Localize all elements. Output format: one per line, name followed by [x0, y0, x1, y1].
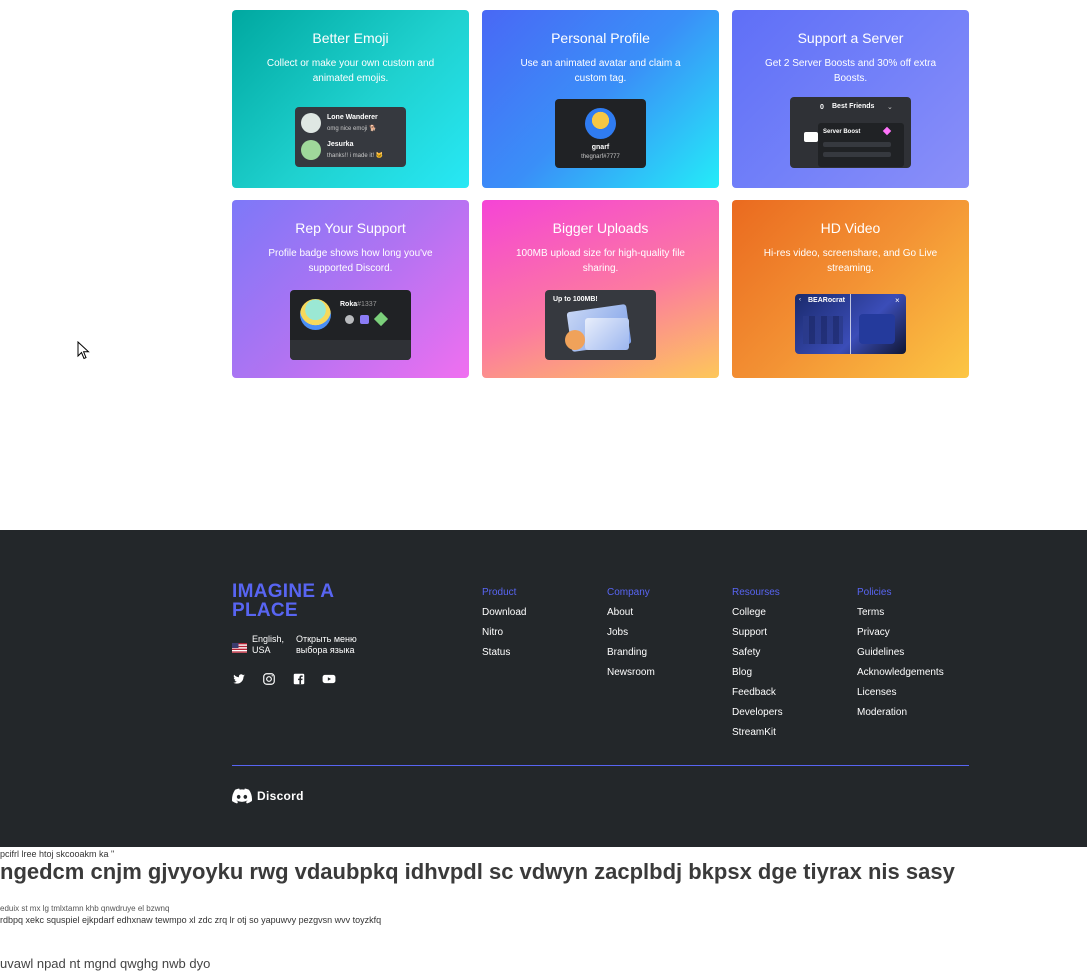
- footer-link-acknowledgements[interactable]: Acknowledgements: [857, 667, 944, 678]
- perk-title: Bigger Uploads: [552, 220, 649, 236]
- footer-heading-resources: Resourses: [732, 587, 780, 598]
- avatar: [300, 299, 331, 330]
- perk-description: Collect or make your own custom and anim…: [266, 58, 435, 84]
- low-res-area: [803, 316, 843, 344]
- footer-link-status[interactable]: Status: [482, 647, 510, 658]
- placeholder-bar: [823, 152, 891, 157]
- avatar: [301, 113, 321, 133]
- perk-description: Profile badge shows how long you've supp…: [268, 248, 433, 274]
- profile-name: Roka#1337: [340, 301, 377, 308]
- emoji-chat-illustration: Lone Wanderer omg nice emoji 🐕 Jesurka t…: [295, 107, 406, 167]
- discord-wordmark[interactable]: Discord: [257, 789, 304, 803]
- facebook-icon[interactable]: [292, 672, 306, 686]
- discord-logo-icon[interactable]: [232, 788, 252, 804]
- back-chevron-icon: ‹: [799, 297, 801, 303]
- chat-username: Lone Wanderer: [327, 114, 378, 121]
- chat-message: omg nice emoji 🐕: [327, 126, 377, 132]
- server-name: Best Friends: [832, 103, 875, 110]
- mouse-cursor-icon: [77, 341, 90, 360]
- upload-limit-label: Up to 100MB!: [553, 296, 598, 303]
- noise-text-line: uvawl npad nt mgnd qwghg nwb dyo: [0, 956, 211, 971]
- footer-link-download[interactable]: Download: [482, 607, 526, 618]
- upload-illustration: Up to 100MB!: [545, 290, 656, 360]
- comparison-divider: [850, 294, 851, 354]
- perk-description: Hi-res video, screenshare, and Go Live s…: [763, 248, 938, 274]
- streamer-name: BEARocrat: [808, 297, 845, 304]
- server-boost-illustration: 0 Best Friends ⌄ Server Boost: [790, 97, 911, 168]
- perk-title: Support a Server: [797, 30, 904, 46]
- perk-card-personal-profile: Personal Profile Use an animated avatar …: [482, 10, 719, 188]
- hi-res-area: [859, 314, 895, 344]
- perk-title: Rep Your Support: [295, 220, 406, 236]
- footer-link-newsroom[interactable]: Newsroom: [607, 667, 655, 678]
- footer-heading-company: Company: [607, 587, 650, 598]
- profile-name: gnarf: [591, 144, 610, 151]
- footer-link-terms[interactable]: Terms: [857, 607, 884, 618]
- language-label[interactable]: English, USA: [252, 634, 284, 656]
- avatar: [301, 140, 321, 160]
- footer-heading-policies: Policies: [857, 587, 892, 598]
- character-icon: [565, 330, 585, 350]
- footer-link-feedback[interactable]: Feedback: [732, 687, 776, 698]
- perk-description: 100MB upload size for high-quality file …: [516, 248, 685, 274]
- profile-illustration: gnarf thegnarf#7777: [555, 99, 646, 168]
- perk-card-bigger-uploads: Bigger Uploads 100MB upload size for hig…: [482, 200, 719, 378]
- placeholder-bar: [823, 142, 891, 147]
- footer-link-moderation[interactable]: Moderation: [857, 707, 907, 718]
- chat-message: thanks!! i made it! 🐱: [327, 153, 384, 159]
- file-image: [585, 318, 629, 350]
- perk-title: HD Video: [820, 220, 881, 236]
- footer-tagline: IMAGINE A PLACE: [232, 581, 335, 621]
- perk-card-support-server: Support a Server Get 2 Server Boosts and…: [732, 10, 969, 188]
- server-boost-label: Server Boost: [823, 129, 861, 135]
- footer-link-blog[interactable]: Blog: [732, 667, 752, 678]
- noise-text-line: eduix st mx lg tmlxtamn khb qnwdruye el …: [0, 904, 170, 913]
- footer-link-nitro[interactable]: Nitro: [482, 627, 503, 638]
- youtube-icon[interactable]: [321, 672, 337, 686]
- twitter-icon[interactable]: [232, 672, 246, 686]
- perk-card-hd-video: HD Video Hi-res video, screenshare, and …: [732, 200, 969, 378]
- instagram-icon[interactable]: [262, 672, 276, 686]
- perk-card-rep-support: Rep Your Support Profile badge shows how…: [232, 200, 469, 378]
- pointing-hand-icon: [804, 132, 818, 142]
- profile-badge-illustration: Roka#1337: [290, 290, 411, 360]
- noise-heading: ngedcm cnjm gjvyoyku rwg vdaubpkq idhvpd…: [0, 859, 955, 884]
- footer-link-jobs[interactable]: Jobs: [607, 627, 628, 638]
- boost-badge-icon: [373, 311, 389, 327]
- footer-link-safety[interactable]: Safety: [732, 647, 760, 658]
- profile-tag: thegnarf#7777: [581, 154, 620, 160]
- badge-icon: [345, 315, 354, 324]
- perk-description: Get 2 Server Boosts and 30% off extra Bo…: [764, 58, 937, 84]
- footer-link-branding[interactable]: Branding: [607, 647, 647, 658]
- perk-description: Use an animated avatar and claim a custo…: [520, 58, 681, 84]
- perk-title: Better Emoji: [312, 30, 389, 46]
- noise-text-line: pcifrl lree htoj skcooakm ka ": [0, 849, 115, 859]
- profile-footer: [290, 340, 411, 360]
- footer-heading-product: Product: [482, 587, 517, 598]
- us-flag-icon: [232, 640, 247, 653]
- footer-link-privacy[interactable]: Privacy: [857, 627, 890, 638]
- chevron-down-icon: ⌄: [887, 104, 893, 111]
- footer-link-developers[interactable]: Developers: [732, 707, 783, 718]
- footer-link-licenses[interactable]: Licenses: [857, 687, 896, 698]
- site-footer: IMAGINE A PLACE English, USA Открыть мен…: [0, 530, 1087, 847]
- perk-card-better-emoji: Better Emoji Collect or make your own cu…: [232, 10, 469, 188]
- boost-count: 0: [820, 104, 824, 111]
- footer-divider: [232, 765, 969, 766]
- video-illustration: ‹ BEARocrat ×: [795, 294, 906, 354]
- footer-link-guidelines[interactable]: Guidelines: [857, 647, 904, 658]
- close-icon: ×: [895, 296, 900, 305]
- nitro-badge-icon: [360, 315, 369, 324]
- language-menu-button[interactable]: Открыть меню выбора языка: [296, 634, 357, 656]
- avatar: [585, 108, 616, 139]
- footer-link-about[interactable]: About: [607, 607, 633, 618]
- chat-username: Jesurka: [327, 141, 354, 148]
- perk-title: Personal Profile: [551, 30, 650, 46]
- footer-link-streamkit[interactable]: StreamKit: [732, 727, 776, 738]
- footer-link-support[interactable]: Support: [732, 627, 767, 638]
- footer-link-college[interactable]: College: [732, 607, 766, 618]
- noise-text-line: rdbpq xekc squspiel ejkpdarf edhxnaw tew…: [0, 915, 382, 925]
